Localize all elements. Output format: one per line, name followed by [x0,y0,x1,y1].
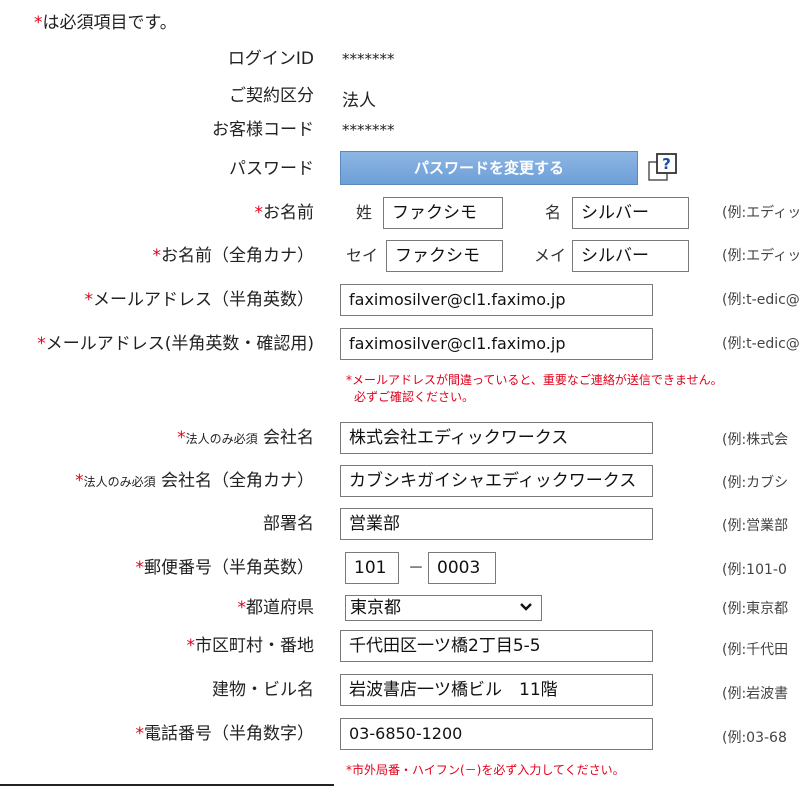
postal-code-first-input[interactable]: 101 [345,552,399,584]
phone-input[interactable]: 03-6850-1200 [340,718,653,750]
email-confirm-input[interactable]: faximosilver@cl1.faximo.jp [340,328,653,360]
prefecture-example: (例:東京都 [722,601,789,617]
company-example: (例:株式会 [722,432,789,448]
sei-prefix: 姓 [356,203,373,222]
required-note: *は必須項目です。 [34,8,177,33]
login-id-label: ログインID [227,49,314,69]
email-warning-line1: *メールアドレスが間違っていると、重要なご連絡が送信できません。 [346,373,723,387]
postal-label: *郵便番号（半角英数） [135,558,315,578]
customer-code-label: お客様コード [212,120,314,140]
email-confirm-example: (例:t-edic@ [722,336,800,352]
prefecture-label: *都道府県 [237,598,315,618]
email-example: (例:t-edic@ [722,292,800,308]
svg-text:?: ? [662,155,671,173]
login-id-value: ******* [342,50,395,68]
first-name-kana-input[interactable]: シルバー [572,240,689,272]
help-icon[interactable]: ? [648,153,678,183]
postal-code-second-input[interactable]: 0003 [428,552,496,584]
department-example: (例:営業部 [722,518,789,534]
change-password-button[interactable]: パスワードを変更する [340,151,638,185]
email-confirm-label: *メールアドレス(半角英数・確認用) [37,334,314,354]
company-kana-example: (例:カブシ [722,475,789,491]
prefecture-selected-value: 東京都 [350,598,401,618]
company-kana-label: *法人のみ必須 会社名（全角カナ） [75,471,314,491]
password-label: パスワード [229,159,314,179]
name-example: (例:エディッ [722,205,800,221]
phone-example: (例:03-68 [722,730,787,746]
postal-separator: － [408,558,425,577]
mei-prefix: 名 [545,203,562,222]
kana-example: (例:エディッ [722,248,800,264]
company-input[interactable]: 株式会社エディックワークス [340,422,653,454]
email-warning-line2: 必ずご確認ください。 [354,390,475,404]
company-label: *法人のみ必須 会社名 [177,428,314,448]
kana-label: *お名前（全角カナ） [152,246,315,266]
customer-code-value: ******* [342,121,395,139]
department-label: 部署名 [263,514,314,534]
divider [0,784,334,786]
building-example: (例:岩波書 [722,686,789,702]
sei-kana-prefix: セイ [346,246,379,265]
name-label: *お名前 [254,203,315,223]
email-input[interactable]: faximosilver@cl1.faximo.jp [340,284,653,316]
last-name-input[interactable]: ファクシモ [383,197,503,229]
company-kana-input[interactable]: カブシキガイシャエディックワークス [340,465,653,497]
contract-label: ご契約区分 [229,86,314,106]
postal-example: (例:101-0 [722,562,787,578]
building-label: 建物・ビル名 [212,680,314,700]
last-name-kana-input[interactable]: ファクシモ [386,240,503,272]
contract-value: 法人 [342,91,376,111]
building-input[interactable]: 岩波書店一ツ橋ビル 11階 [340,674,653,706]
city-example: (例:千代田 [722,642,789,658]
phone-label: *電話番号（半角数字） [135,724,315,744]
required-asterisk: * [34,13,43,33]
chevron-down-icon [519,596,533,620]
city-label: *市区町村・番地 [186,636,315,656]
city-input[interactable]: 千代田区一ツ橋2丁目5-5 [340,630,653,662]
email-label: *メールアドレス（半角英数） [84,290,315,310]
first-name-input[interactable]: シルバー [572,197,689,229]
required-note-text: は必須項目です。 [42,13,177,33]
prefecture-select[interactable]: 東京都 [345,595,542,621]
email-warning: *メールアドレスが間違っていると、重要なご連絡が送信できません。 必ずご確認くだ… [346,372,723,406]
mei-kana-prefix: メイ [534,246,567,265]
phone-warning: *市外局番・ハイフン(－)を必ず入力してください。 [346,763,625,777]
department-input[interactable]: 営業部 [340,508,653,540]
